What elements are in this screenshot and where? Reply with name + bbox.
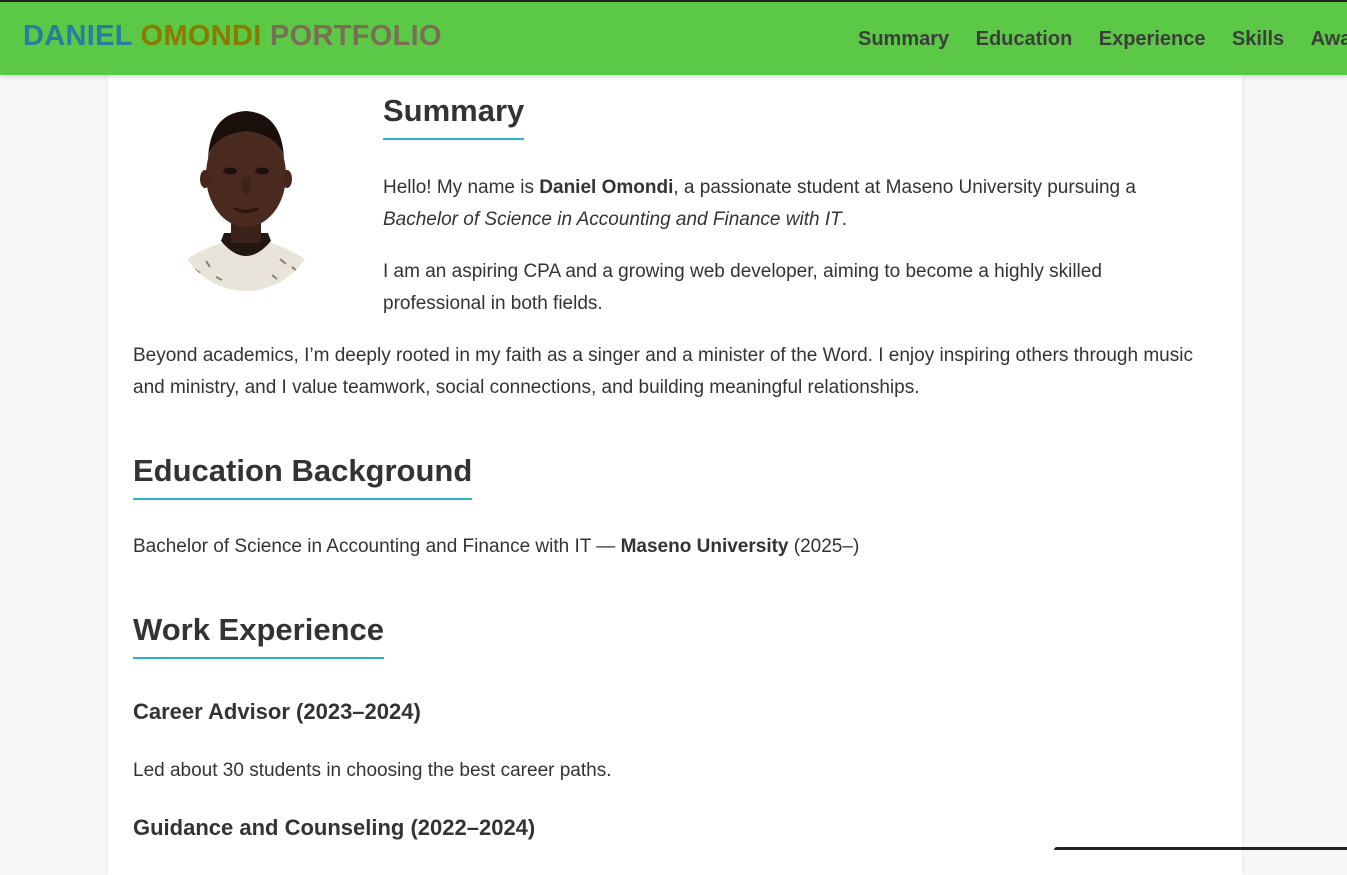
summary-intro-post: , a passionate student at Maseno Univers… <box>673 177 1136 198</box>
summary-aspiration: I am an aspiring CPA and a growing web d… <box>383 261 1102 314</box>
site-brand[interactable]: DANIEL OMONDI PORTFOLIO <box>23 20 442 53</box>
experience-heading: Work Experience <box>133 612 384 659</box>
profile-photo-illustration <box>176 91 316 291</box>
education-institution: Maseno University <box>620 536 789 557</box>
summary-intro-pre: Hello! My name is <box>383 177 540 198</box>
nav-link-summary[interactable]: Summary <box>858 28 949 51</box>
nav-link-awards[interactable]: Awa <box>1311 28 1347 51</box>
brand-first-name: DANIEL <box>23 20 133 52</box>
summary-beyond-academics: Beyond academics, I’m deeply rooted in m… <box>133 345 1193 398</box>
brand-last-name: OMONDI <box>140 20 262 52</box>
top-navigation-bar: DANIEL OMONDI PORTFOLIO Summary Educatio… <box>0 0 1347 75</box>
nav-link-skills[interactable]: Skills <box>1232 28 1284 51</box>
main-nav: Summary Education Experience Skills Awa <box>858 28 1347 51</box>
education-years: (2025–) <box>788 536 860 557</box>
education-entry: Bachelor of Science in Accounting and Fi… <box>133 531 1213 563</box>
summary-intro-end: . <box>841 209 847 230</box>
profile-photo <box>176 91 316 291</box>
experience-item-title: Guidance and Counseling (2022–2024) <box>133 815 536 840</box>
brand-suffix: PORTFOLIO <box>269 20 442 52</box>
nav-link-experience[interactable]: Experience <box>1099 28 1206 51</box>
education-degree: Bachelor of Science in Accounting and Fi… <box>133 536 621 557</box>
summary-name: Daniel Omondi <box>539 177 674 198</box>
summary-degree: Bachelor of Science in Accounting and Fi… <box>383 209 842 230</box>
nav-link-education[interactable]: Education <box>976 28 1073 51</box>
portfolio-content-card: Summary Hello! My name is Daniel Omondi,… <box>108 75 1242 875</box>
summary-heading: Summary <box>383 93 525 140</box>
education-heading: Education Background <box>133 453 473 500</box>
experience-item-title: Career Advisor (2023–2024) <box>133 699 421 724</box>
summary-intro: Hello! My name is Daniel Omondi, a passi… <box>383 172 1213 236</box>
experience-item-description: Led about 30 students in choosing the be… <box>133 760 612 781</box>
